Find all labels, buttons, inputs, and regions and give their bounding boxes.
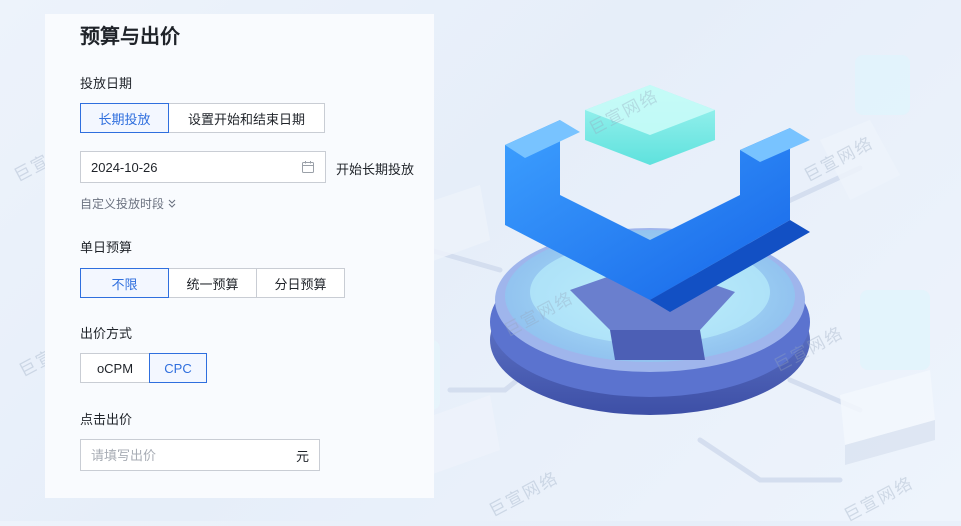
double-chevron-down-icon [168, 199, 176, 208]
unified-budget-button[interactable]: 统一预算 [168, 268, 257, 298]
panel-title: 预算与出价 [80, 26, 180, 48]
set-date-range-button[interactable]: 设置开始和结束日期 [168, 103, 325, 133]
bid-method-toggle: oCPM CPC [80, 353, 207, 383]
start-long-term-text: 开始长期投放 [336, 162, 415, 177]
click-bid-field[interactable]: 元 [80, 439, 320, 471]
custom-time-slot-link[interactable]: 自定义投放时段 [80, 195, 176, 212]
long-term-button[interactable]: 长期投放 [80, 103, 169, 133]
custom-time-slot-label: 自定义投放时段 [80, 197, 165, 211]
ocpm-button[interactable]: oCPM [80, 353, 150, 383]
start-date-picker[interactable]: 2024-10-26 [80, 151, 326, 183]
click-bid-label: 点击出价 [80, 412, 133, 427]
click-bid-input[interactable] [91, 447, 296, 463]
start-date-value: 2024-10-26 [91, 159, 158, 175]
bid-method-label: 出价方式 [80, 326, 133, 341]
budget-toggle: 不限 统一预算 分日预算 [80, 268, 345, 298]
budget-label: 单日预算 [80, 240, 133, 255]
cpc-button[interactable]: CPC [149, 353, 207, 383]
calendar-icon [302, 161, 314, 173]
budget-bid-panel: 预算与出价 投放日期 长期投放 设置开始和结束日期 2024-10-26 开始长… [45, 14, 434, 498]
currency-unit: 元 [295, 448, 309, 464]
schedule-label: 投放日期 [80, 76, 133, 91]
unlimited-budget-button[interactable]: 不限 [80, 268, 169, 298]
daily-budget-button[interactable]: 分日预算 [256, 268, 345, 298]
schedule-toggle: 长期投放 设置开始和结束日期 [80, 103, 325, 133]
